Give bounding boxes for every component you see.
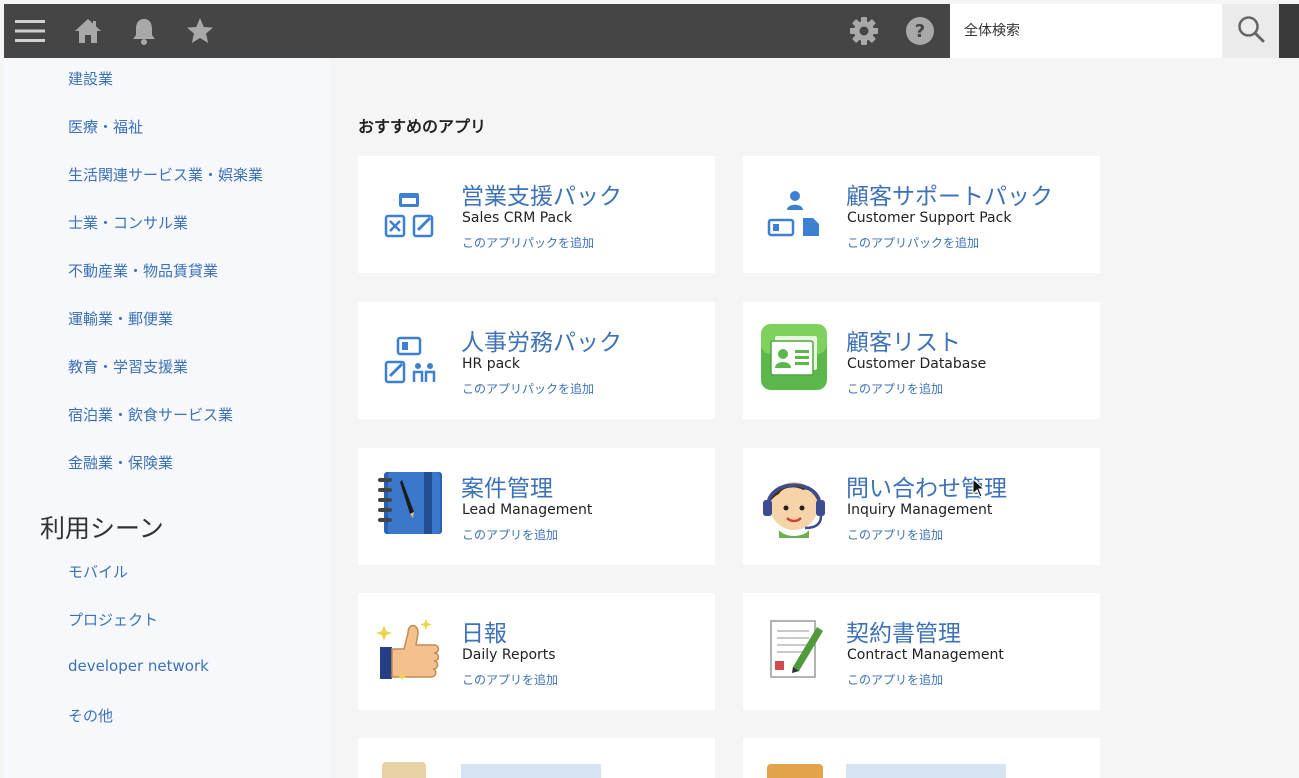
card-title: 顧客サポートパック bbox=[846, 184, 1053, 210]
card-title: 人事労務パック bbox=[461, 330, 622, 356]
card-subtitle: Daily Reports bbox=[462, 647, 556, 663]
headset-operator-icon bbox=[759, 468, 829, 538]
sidebar-item-real-estate[interactable]: 不動産業・物品賃貸業 bbox=[68, 260, 218, 281]
sidebar-item-hospitality[interactable]: 宿泊業・飲食サービス業 bbox=[68, 404, 233, 425]
app-card-lead-management[interactable]: 案件管理 Lead Management このアプリを追加 bbox=[358, 448, 715, 565]
svg-text:?: ? bbox=[915, 21, 925, 42]
app-card-partial[interactable] bbox=[358, 738, 715, 778]
app-card-daily-reports[interactable]: 日報 Daily Reports このアプリを追加 bbox=[358, 593, 715, 710]
support-pack-icon bbox=[761, 180, 831, 250]
sidebar-item-project[interactable]: プロジェクト bbox=[68, 609, 158, 630]
thumbs-up-icon bbox=[374, 613, 444, 683]
sidebar-item-mobile[interactable]: モバイル bbox=[68, 561, 128, 582]
sidebar-item-consulting[interactable]: 士業・コンサル業 bbox=[68, 212, 188, 233]
sidebar-item-transport[interactable]: 運輸業・郵便業 bbox=[68, 308, 173, 329]
partial-app-icon bbox=[767, 764, 823, 778]
add-app-link[interactable]: このアプリを追加 bbox=[847, 526, 943, 543]
sidebar-heading-scenes: 利用シーン bbox=[40, 514, 164, 543]
partial-card-title bbox=[846, 764, 1006, 778]
add-app-link[interactable]: このアプリを追加 bbox=[462, 671, 558, 688]
add-app-link[interactable]: このアプリを追加 bbox=[847, 380, 943, 397]
help-icon[interactable]: ? bbox=[902, 4, 938, 58]
sidebar: 建設業 医療・福祉 生活関連サービス業・娯楽業 士業・コンサル業 不動産業・物品… bbox=[4, 58, 330, 778]
hr-pack-icon bbox=[376, 326, 446, 396]
app-card-sales-pack[interactable]: 営業支援パック Sales CRM Pack このアプリパックを追加 bbox=[358, 156, 715, 273]
app-card-customer-list[interactable]: 顧客リスト Customer Database このアプリを追加 bbox=[743, 302, 1100, 419]
topbar-edge bbox=[1279, 4, 1299, 58]
sidebar-item-finance[interactable]: 金融業・保険業 bbox=[68, 452, 173, 473]
add-app-link[interactable]: このアプリを追加 bbox=[462, 526, 558, 543]
customer-list-icon bbox=[759, 322, 829, 392]
bell-icon[interactable] bbox=[126, 4, 162, 58]
card-subtitle: Contract Management bbox=[847, 647, 1004, 663]
app-card-support-pack[interactable]: 顧客サポートパック Customer Support Pack このアプリパック… bbox=[743, 156, 1100, 273]
search-input[interactable] bbox=[950, 4, 1222, 58]
partial-app-icon bbox=[382, 762, 426, 778]
card-subtitle: Customer Database bbox=[847, 356, 987, 372]
add-pack-link[interactable]: このアプリパックを追加 bbox=[462, 234, 594, 251]
add-pack-link[interactable]: このアプリパックを追加 bbox=[462, 380, 594, 397]
card-subtitle: Sales CRM Pack bbox=[462, 210, 572, 226]
app-card-hr-pack[interactable]: 人事労務パック HR pack このアプリパックを追加 bbox=[358, 302, 715, 419]
notebook-icon bbox=[374, 468, 444, 538]
star-icon[interactable] bbox=[182, 4, 218, 58]
gear-icon[interactable] bbox=[846, 4, 882, 58]
app-card-partial[interactable] bbox=[743, 738, 1100, 778]
add-app-link[interactable]: このアプリを追加 bbox=[847, 671, 943, 688]
sidebar-item-education[interactable]: 教育・学習支援業 bbox=[68, 356, 188, 377]
home-icon[interactable] bbox=[70, 4, 106, 58]
card-subtitle: Customer Support Pack bbox=[847, 210, 1012, 226]
sidebar-item-construction[interactable]: 建設業 bbox=[68, 68, 113, 89]
card-subtitle: Inquiry Management bbox=[847, 502, 993, 518]
card-title: 営業支援パック bbox=[461, 184, 622, 210]
add-pack-link[interactable]: このアプリパックを追加 bbox=[847, 234, 979, 251]
search-box bbox=[950, 4, 1280, 58]
section-title: おすすめのアプリ bbox=[358, 117, 487, 136]
card-title: 日報 bbox=[461, 621, 507, 647]
app-card-contract-management[interactable]: 契約書管理 Contract Management このアプリを追加 bbox=[743, 593, 1100, 710]
search-button[interactable] bbox=[1222, 4, 1280, 58]
app-frame: ? 建設業 医療・福祉 生活関連サービス業・娯楽業 士業・コンサル業 不動産業・… bbox=[0, 0, 1299, 778]
sidebar-item-other[interactable]: その他 bbox=[68, 705, 113, 726]
card-title: 顧客リスト bbox=[846, 330, 961, 356]
top-bar: ? bbox=[4, 4, 1299, 58]
hamburger-menu-icon[interactable] bbox=[10, 4, 50, 58]
card-title: 問い合わせ管理 bbox=[846, 476, 1007, 502]
card-subtitle: Lead Management bbox=[462, 502, 593, 518]
sales-pack-icon bbox=[376, 180, 446, 250]
sidebar-item-developer-network[interactable]: developer network bbox=[68, 657, 209, 675]
contract-document-icon bbox=[759, 613, 829, 683]
card-title: 案件管理 bbox=[461, 476, 553, 502]
card-title: 契約書管理 bbox=[846, 621, 961, 647]
sidebar-item-lifestyle-services[interactable]: 生活関連サービス業・娯楽業 bbox=[68, 164, 263, 185]
sidebar-item-medical[interactable]: 医療・福祉 bbox=[68, 116, 143, 137]
partial-card-title bbox=[461, 764, 601, 778]
card-subtitle: HR pack bbox=[462, 356, 520, 372]
search-icon bbox=[1237, 15, 1265, 47]
app-card-inquiry-management[interactable]: 問い合わせ管理 Inquiry Management このアプリを追加 bbox=[743, 448, 1100, 565]
